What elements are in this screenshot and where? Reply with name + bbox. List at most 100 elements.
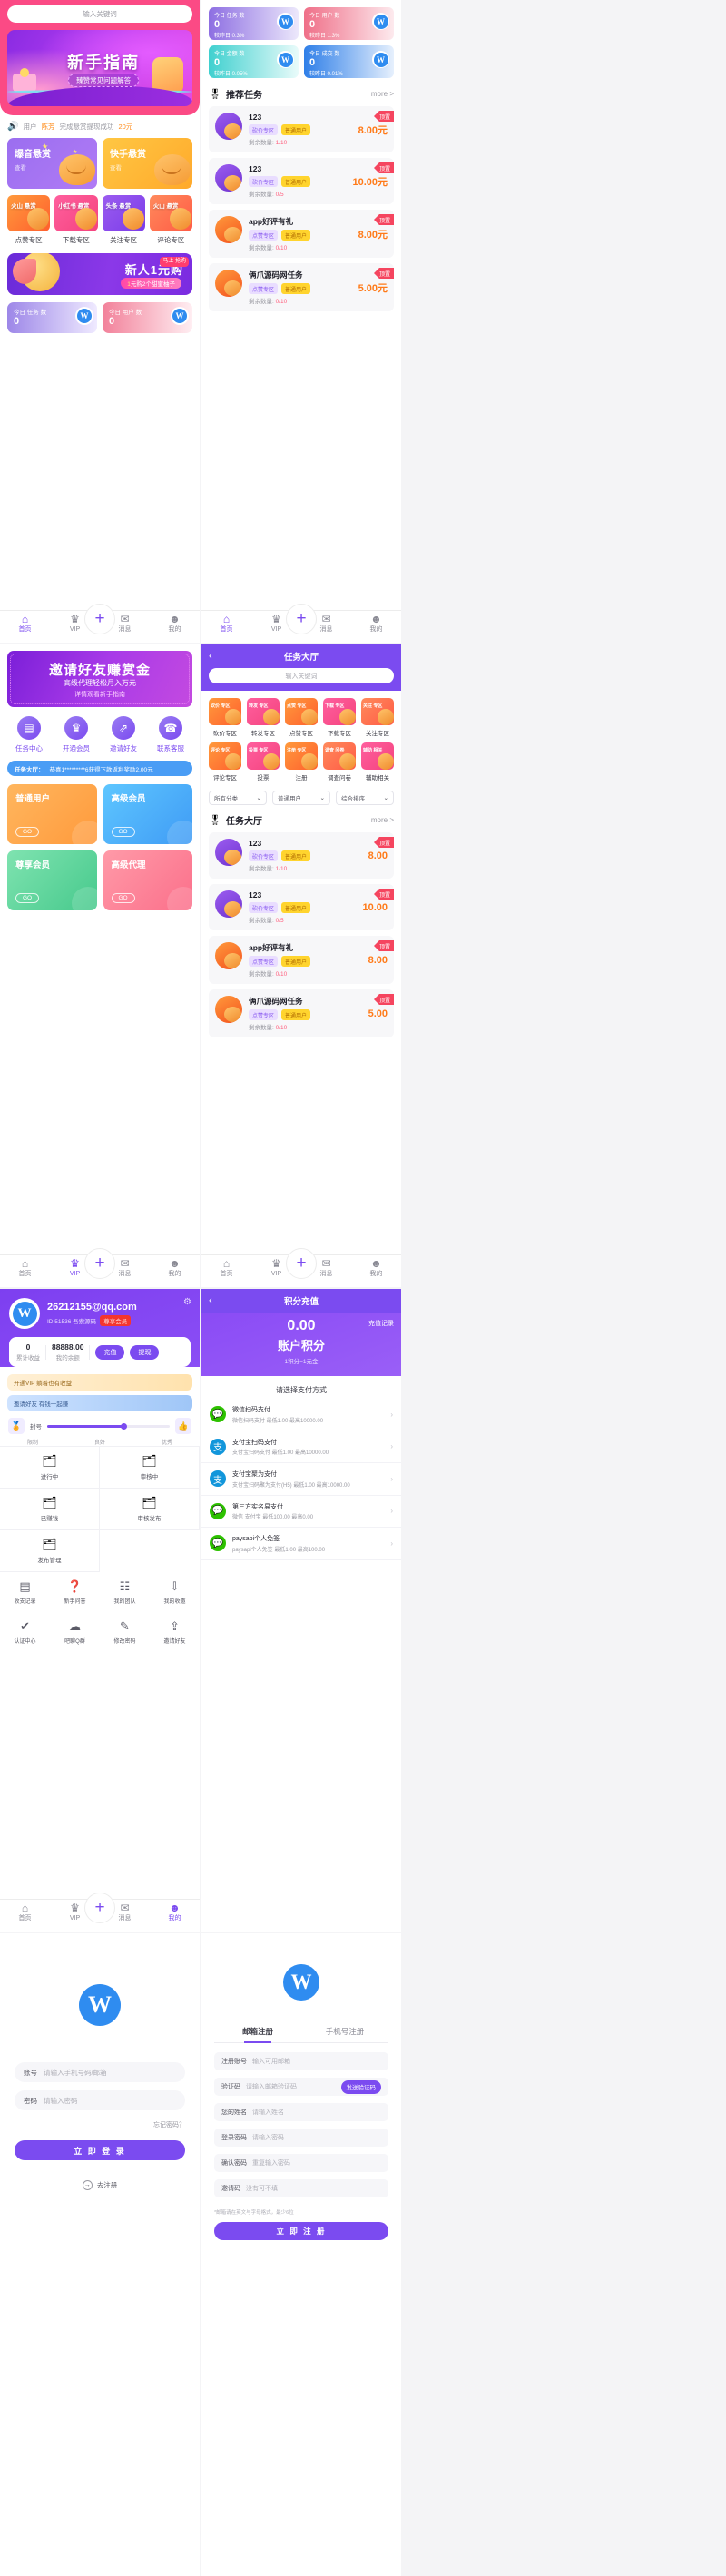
account-field[interactable]: 账号 请输入手机号码/邮箱 bbox=[15, 2062, 185, 2082]
more-link[interactable]: more > bbox=[371, 90, 394, 98]
membership-go-button[interactable]: GO bbox=[15, 827, 40, 837]
task-row[interactable]: 123 砍价专区 普通用户 剩余数量: 1/10 8.00 顶置 bbox=[209, 832, 394, 879]
banner-pill[interactable]: 臻赞常见问题解答 bbox=[68, 74, 140, 87]
category-item-1[interactable]: 小红书 悬赏 下载专区 bbox=[54, 195, 98, 245]
feature-card-douyin[interactable]: ★ ★ 爆音悬赏 查看 bbox=[7, 138, 97, 189]
pay-method-wechat-qr[interactable]: 💬 微信扫码支付 微信扫码支付 最低1.00 最高10000.00 › bbox=[201, 1399, 401, 1431]
category-item-7[interactable]: 注册 专区 注册 bbox=[285, 742, 318, 782]
membership-go-button[interactable]: GO bbox=[15, 893, 40, 903]
tab-email-register[interactable]: 邮箱注册 bbox=[214, 2020, 301, 2042]
category-item-4[interactable]: 关注 专区 关注专区 bbox=[361, 698, 394, 737]
category-item-6[interactable]: 投票 专区 投票 bbox=[247, 742, 280, 782]
status-reviewing[interactable]: 🗂 审核中 bbox=[100, 1447, 200, 1489]
forgot-password-link[interactable]: 忘记密码？ bbox=[15, 2120, 185, 2129]
withdraw-button[interactable]: 提现 bbox=[130, 1344, 160, 1360]
task-row[interactable]: 123 砍价专区 普通用户 剩余数量: 1/10 8.00元 顶置 bbox=[209, 106, 394, 152]
register-name-field[interactable]: 您的姓名 请输入姓名 bbox=[214, 2103, 388, 2121]
tab-plus-button[interactable]: + bbox=[84, 1248, 115, 1279]
task-hall-marquee[interactable]: 任务大厅： 恭喜1*********6获得下款返利奖励2.00元 bbox=[7, 761, 192, 776]
membership-card-senior[interactable]: 高级会员 GO bbox=[103, 784, 192, 844]
invite-banner[interactable]: 邀请好友赚赏金 高级代理轻松月入万元 详情观看新手指南 bbox=[7, 651, 192, 707]
back-icon[interactable]: ‹ bbox=[209, 1295, 212, 1306]
membership-card-normal[interactable]: 普通用户 GO bbox=[7, 784, 97, 844]
register-button[interactable]: 立 即 注 册 bbox=[214, 2222, 388, 2240]
tab-phone-register[interactable]: 手机号注册 bbox=[301, 2020, 388, 2042]
membership-card-premium[interactable]: 尊享会员 GO bbox=[7, 850, 97, 910]
menu-faq[interactable]: ❓ 新手问答 bbox=[50, 1572, 100, 1612]
tab-plus-button[interactable]: + bbox=[286, 604, 317, 634]
search-input[interactable]: 输入关键词 bbox=[7, 5, 192, 23]
register-code-field[interactable]: 验证码 请输入邮箱验证码 发送验证码 bbox=[214, 2078, 388, 2096]
task-row[interactable]: 123 砍价专区 普通用户 剩余数量: 0/5 10.00 顶置 bbox=[209, 884, 394, 930]
status-in-progress[interactable]: 🗂 进行中 bbox=[0, 1447, 100, 1489]
quick-action-invite[interactable]: ⇗ 邀请好友 bbox=[100, 716, 147, 753]
recharge-button[interactable]: 充值 bbox=[95, 1344, 125, 1360]
tab-profile[interactable]: ☻ 我的 bbox=[157, 1903, 193, 1924]
tab-plus-button[interactable]: + bbox=[84, 1893, 115, 1923]
category-item-2[interactable]: 头条 悬赏 关注专区 bbox=[102, 195, 145, 245]
task-row[interactable]: 123 砍价专区 普通用户 剩余数量: 0/5 10.00元 顶置 bbox=[209, 158, 394, 204]
task-row[interactable]: 俩爪源码网任务 点赞专区 普通用户 剩余数量: 0/10 5.00 顶置 bbox=[209, 989, 394, 1037]
send-code-button[interactable]: 发送验证码 bbox=[340, 2079, 381, 2094]
notice-marquee[interactable]: 🔊 用户 陈芳 完成悬赏提现成功 20元 bbox=[0, 115, 200, 138]
menu-team[interactable]: ☷ 我的团队 bbox=[100, 1572, 150, 1612]
quick-action-support[interactable]: ☎ 联系客服 bbox=[147, 716, 194, 753]
task-hall-scroll[interactable]: 砍价 专区 砍价专区 转发 专区 转发专区 点赞 专区 点赞专区 下载 专区 下载专区 … bbox=[201, 691, 401, 1254]
category-item-0[interactable]: 砍价 专区 砍价专区 bbox=[209, 698, 241, 737]
back-icon[interactable]: ‹ bbox=[209, 651, 212, 662]
register-password-field[interactable]: 登录密码 请输入密码 bbox=[214, 2129, 388, 2147]
login-button[interactable]: 立 即 登 录 bbox=[15, 2140, 185, 2160]
menu-change-password[interactable]: ✎ 修改密码 bbox=[100, 1612, 150, 1652]
promo-invite-banner[interactable]: 邀请好友 有钱一起赚 bbox=[7, 1395, 192, 1411]
category-item-8[interactable]: 调查 问卷 调查问卷 bbox=[323, 742, 356, 782]
membership-go-button[interactable]: GO bbox=[111, 827, 135, 837]
dashboard-scroll[interactable]: 今日 任务 数 0 较昨日 0.3% W 今日 用户 数 0 较昨日 1.3% … bbox=[201, 0, 401, 610]
register-confirm-password-field[interactable]: 确认密码 重复输入密码 bbox=[214, 2154, 388, 2172]
promo-ribbon[interactable]: 马上 抢购 bbox=[160, 257, 189, 267]
pay-method-alipay-h5[interactable]: 支 支付宝聚为支付 支付宝扫码聚为支付(H5) 最低1.00 最高10000.00… bbox=[201, 1463, 401, 1496]
task-row[interactable]: 俩爪源码网任务 点赞专区 普通用户 剩余数量: 0/10 5.00元 顶置 bbox=[209, 263, 394, 311]
filter-user-level[interactable]: 普通用户 ⌄ bbox=[272, 791, 330, 805]
tab-home[interactable]: ⌂ 首页 bbox=[7, 1258, 44, 1280]
quick-action-task-center[interactable]: ▤ 任务中心 bbox=[5, 716, 53, 753]
goto-register-link[interactable]: → 去注册 bbox=[15, 2180, 185, 2190]
tab-profile[interactable]: ☻ 我的 bbox=[358, 1258, 395, 1280]
gear-icon[interactable]: ⚙ bbox=[183, 1297, 191, 1307]
category-item-1[interactable]: 转发 专区 转发专区 bbox=[247, 698, 280, 737]
promo-banner[interactable]: 新人1元购 1元购2个甜蜜柚子 马上 抢购 bbox=[7, 253, 192, 295]
status-publish-review[interactable]: 🗂 审核发布 bbox=[100, 1489, 200, 1530]
category-item-3[interactable]: 火山 悬赏 评论专区 bbox=[149, 195, 192, 245]
register-account-field[interactable]: 注册账号 输入可用邮箱 bbox=[214, 2052, 388, 2070]
status-publish-manage[interactable]: 🗂 发布管理 bbox=[0, 1530, 100, 1572]
recharge-records-link[interactable]: 充值记录 bbox=[368, 1319, 394, 1328]
status-earned[interactable]: 🗂 已赚钱 bbox=[0, 1489, 100, 1530]
tab-plus-button[interactable]: + bbox=[84, 604, 115, 634]
filter-category[interactable]: 所有分类 ⌄ bbox=[209, 791, 267, 805]
tab-home[interactable]: ⌂ 首页 bbox=[209, 614, 245, 635]
menu-qq-group[interactable]: ☁ 吧聊Q群 bbox=[50, 1612, 100, 1652]
vip-scroll[interactable]: 邀请好友赚赏金 高级代理轻松月入万元 详情观看新手指南 ▤ 任务中心 ♛ 开通会员 … bbox=[0, 644, 200, 1254]
pay-method-alipay-qr[interactable]: 支 支付宝扫码支付 支付宝扫码支付 最低1.00 最高10000.00 › bbox=[201, 1431, 401, 1463]
tab-profile[interactable]: ☻ 我的 bbox=[157, 614, 193, 635]
tab-home[interactable]: ⌂ 首页 bbox=[209, 1258, 245, 1280]
password-field[interactable]: 密码 请输入密码 bbox=[15, 2090, 185, 2110]
tab-profile[interactable]: ☻ 我的 bbox=[358, 614, 395, 635]
register-invite-code-field[interactable]: 邀请码 没有可不填 bbox=[214, 2179, 388, 2197]
recharge-scroll[interactable]: 请选择支付方式 💬 微信扫码支付 微信扫码支付 最低1.00 最高10000.00… bbox=[201, 1376, 401, 1932]
menu-invite-friends[interactable]: ⇪ 邀请好友 bbox=[150, 1612, 200, 1652]
search-input[interactable]: 输入关键词 bbox=[209, 668, 394, 683]
tab-plus-button[interactable]: + bbox=[286, 1248, 317, 1279]
category-item-0[interactable]: 火山 悬赏 点赞专区 bbox=[7, 195, 51, 245]
home-banner[interactable]: 新手指南 臻赞常见问题解答 bbox=[7, 30, 192, 106]
promo-vip-banner[interactable]: 开通VIP 躺着也有收益 bbox=[7, 1374, 192, 1391]
membership-card-agent[interactable]: 高级代理 GO bbox=[103, 850, 192, 910]
task-row[interactable]: app好评有礼 点赞专区 普通用户 剩余数量: 0/10 8.00元 顶置 bbox=[209, 210, 394, 258]
progress-knob[interactable] bbox=[121, 1422, 127, 1430]
pay-method-paysapi[interactable]: 💬 paysapi个人免签 paysapi个人免签 最低1.00 最高100.00… bbox=[201, 1528, 401, 1560]
tab-profile[interactable]: ☻ 我的 bbox=[157, 1258, 193, 1280]
profile-scroll[interactable]: ⚙ W 26212155@qq.com ID:51536 吾索源码 尊享会员 0… bbox=[0, 1289, 200, 1899]
feature-card-kuaishou[interactable]: 快手悬赏 查看 bbox=[103, 138, 192, 189]
home-scroll[interactable]: 输入关键词 新手指南 臻赞常见问题解答 🔊 用户 陈芳 完成悬赏提现成功 20元 bbox=[0, 0, 200, 610]
pay-method-third-party[interactable]: 💬 第三方实名易支付 微信 支付宝 最低100.00 最高0.00 › bbox=[201, 1496, 401, 1528]
membership-go-button[interactable]: GO bbox=[111, 893, 135, 903]
